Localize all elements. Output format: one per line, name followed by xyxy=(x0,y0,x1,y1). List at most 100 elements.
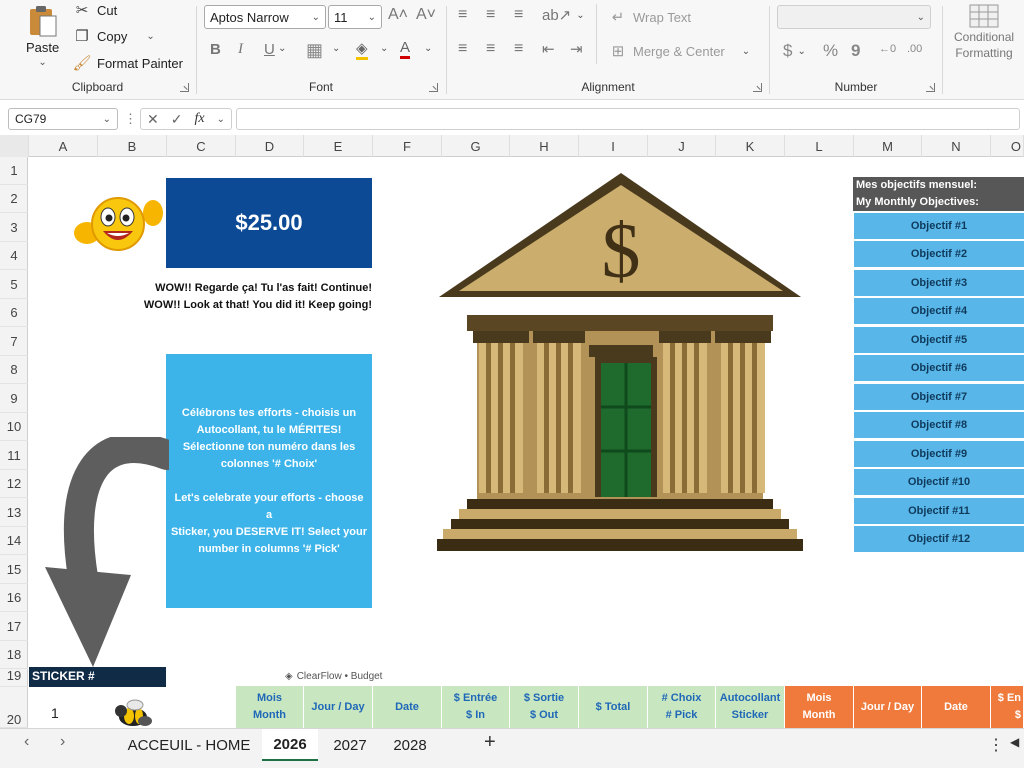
bold-button[interactable]: B xyxy=(210,41,221,58)
align-center-icon[interactable]: ≡ xyxy=(486,40,495,58)
row-header-2[interactable]: 2 xyxy=(0,185,28,213)
cut-button[interactable]: ✂ Cut xyxy=(72,0,118,20)
row-header-14[interactable]: 14 xyxy=(0,527,28,555)
bottom-align-icon[interactable]: ≡ xyxy=(514,6,523,24)
format-painter-button[interactable]: 🖌 Format Painter xyxy=(72,53,183,73)
table-header-date[interactable]: Date xyxy=(922,686,991,728)
table-header-day[interactable]: Jour / Day xyxy=(854,686,922,728)
more-options-icon[interactable]: ⋮ xyxy=(124,111,137,127)
wrap-text-button[interactable]: ↵ Wrap Text xyxy=(608,7,691,27)
objective-cell[interactable]: Objectif #11 xyxy=(854,498,1024,525)
tab-2028[interactable]: 2028 xyxy=(382,729,438,761)
decrease-indent-icon[interactable]: ⇤ xyxy=(542,40,555,58)
objective-cell[interactable]: Objectif #12 xyxy=(854,526,1024,553)
column-header-j[interactable]: J xyxy=(648,135,716,157)
row-header-13[interactable]: 13 xyxy=(0,499,28,527)
objective-cell[interactable]: Objectif #8 xyxy=(854,412,1024,439)
column-header-a[interactable]: A xyxy=(29,135,98,157)
column-header-g[interactable]: G xyxy=(442,135,510,157)
tab-acceuil-home[interactable]: ACCEUIL - HOME xyxy=(120,729,258,761)
orientation-icon[interactable]: ab↗ ⌄ xyxy=(542,6,585,24)
dialog-launcher-icon[interactable] xyxy=(429,83,438,92)
percent-icon[interactable]: % xyxy=(823,41,838,61)
table-header-in[interactable]: $ Entrée $ In xyxy=(442,686,510,728)
copy-button[interactable]: ❐ Copy ⌄ xyxy=(72,26,154,46)
row-header-6[interactable]: 6 xyxy=(0,299,28,327)
column-header-h[interactable]: H xyxy=(510,135,579,157)
row-header-12[interactable]: 12 xyxy=(0,470,28,498)
column-header-m[interactable]: M xyxy=(854,135,922,157)
dialog-launcher-icon[interactable] xyxy=(926,83,935,92)
objective-cell[interactable]: Objectif #6 xyxy=(854,355,1024,382)
column-header-k[interactable]: K xyxy=(716,135,785,157)
row-header-5[interactable]: 5 xyxy=(0,271,28,299)
scroll-left-icon[interactable]: ‹ xyxy=(24,733,29,751)
objective-cell[interactable]: Objectif #10 xyxy=(854,469,1024,496)
objective-cell[interactable]: Objectif #5 xyxy=(854,327,1024,354)
column-header-n[interactable]: N xyxy=(922,135,991,157)
decrease-decimal-icon[interactable]: .00 xyxy=(907,43,922,55)
name-box[interactable]: CG79 ⌄ xyxy=(8,108,118,130)
dialog-launcher-icon[interactable] xyxy=(753,83,762,92)
chevron-down-icon[interactable]: ⌄ xyxy=(380,43,388,54)
chevron-down-icon[interactable]: ⌄ xyxy=(424,43,432,54)
sticker-header[interactable]: STICKER # xyxy=(29,667,166,687)
worksheet[interactable]: $25.00 WOW!! Regarde ça! Tu l'as fait! C… xyxy=(29,157,1024,728)
borders-icon[interactable]: ▦ xyxy=(306,40,323,61)
top-align-icon[interactable]: ≡ xyxy=(458,6,467,24)
chevron-down-icon[interactable]: ⌄ xyxy=(332,43,340,54)
table-header-in[interactable]: $ En $ xyxy=(991,686,1024,728)
row-header-4[interactable]: 4 xyxy=(0,242,28,270)
table-header-date[interactable]: Date xyxy=(373,686,442,728)
column-header-l[interactable]: L xyxy=(785,135,854,157)
row-header-11[interactable]: 11 xyxy=(0,442,28,470)
grow-font-button[interactable]: A˄ xyxy=(388,6,408,24)
tab-2026[interactable]: 2026 xyxy=(262,729,318,761)
font-name-dropdown[interactable]: Aptos Narrow ⌄ xyxy=(204,5,326,29)
row-header-1[interactable]: 1 xyxy=(0,157,28,185)
column-header-e[interactable]: E xyxy=(304,135,373,157)
paste-button[interactable]: Paste ⌄ xyxy=(26,4,59,68)
savings-amount[interactable]: $25.00 xyxy=(166,178,372,268)
row-header-10[interactable]: 10 xyxy=(0,413,28,441)
italic-button[interactable]: I xyxy=(238,41,243,58)
sticker-number-cell[interactable]: 1 xyxy=(51,705,59,721)
number-format-dropdown[interactable]: ⌄ xyxy=(777,5,931,29)
table-header-out[interactable]: $ Sortie $ Out xyxy=(510,686,579,728)
currency-icon[interactable]: $ ⌄ xyxy=(783,41,806,61)
middle-align-icon[interactable]: ≡ xyxy=(486,6,495,24)
tab-2027[interactable]: 2027 xyxy=(322,729,378,761)
objective-cell[interactable]: Objectif #9 xyxy=(854,441,1024,468)
row-header-15[interactable]: 15 xyxy=(0,556,28,584)
increase-decimal-icon[interactable]: ←0 xyxy=(879,43,896,55)
column-header-f[interactable]: F xyxy=(373,135,442,157)
row-header-16[interactable]: 16 xyxy=(0,584,28,612)
font-color-icon[interactable]: A xyxy=(400,39,411,59)
table-header-month[interactable]: Mois Month xyxy=(236,686,304,728)
row-header-7[interactable]: 7 xyxy=(0,328,28,356)
select-all-corner[interactable] xyxy=(0,135,29,157)
underline-button[interactable]: U xyxy=(264,41,275,58)
column-header-i[interactable]: I xyxy=(579,135,648,157)
objective-cell[interactable]: Objectif #1 xyxy=(854,213,1024,240)
table-header-month[interactable]: Mois Month xyxy=(785,686,854,728)
objective-cell[interactable]: Objectif #2 xyxy=(854,241,1024,268)
increase-indent-icon[interactable]: ⇥ xyxy=(570,40,583,58)
objective-cell[interactable]: Objectif #3 xyxy=(854,270,1024,297)
row-header-20[interactable]: 20 xyxy=(0,687,28,728)
scroll-left-icon[interactable]: ◀ xyxy=(1010,735,1019,749)
celebrate-info-box[interactable]: Célébrons tes efforts - choisis un Autoc… xyxy=(166,354,372,608)
objective-cell[interactable]: Objectif #4 xyxy=(854,298,1024,325)
table-header-sticker[interactable]: Autocollant Sticker xyxy=(716,686,785,728)
comma-icon[interactable]: 9 xyxy=(851,41,860,61)
table-header-day[interactable]: Jour / Day xyxy=(304,686,373,728)
insert-function-button[interactable]: fx xyxy=(194,111,204,127)
cancel-icon[interactable]: ✕ xyxy=(147,111,159,128)
column-header-o[interactable]: O xyxy=(991,135,1024,157)
column-header-c[interactable]: C xyxy=(167,135,236,157)
objective-cell[interactable]: Objectif #7 xyxy=(854,384,1024,411)
formula-input[interactable] xyxy=(236,108,1020,130)
fill-color-icon[interactable]: ◈ xyxy=(356,39,368,60)
scroll-right-icon[interactable]: › xyxy=(60,733,65,751)
row-header-8[interactable]: 8 xyxy=(0,356,28,384)
